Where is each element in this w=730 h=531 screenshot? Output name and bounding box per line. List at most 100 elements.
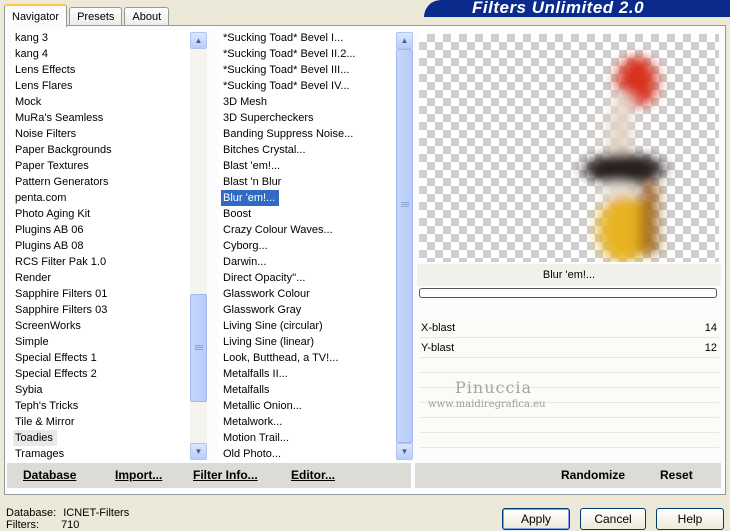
- list-item[interactable]: Glasswork Gray: [219, 302, 399, 318]
- cancel-button[interactable]: Cancel: [580, 508, 646, 530]
- list-item[interactable]: Metalfalls: [219, 382, 399, 398]
- list-item[interactable]: Blast 'em!...: [219, 158, 399, 174]
- scroll-down-icon[interactable]: ▼: [396, 443, 413, 460]
- list-item[interactable]: kang 3: [11, 30, 191, 46]
- list-item[interactable]: *Sucking Toad* Bevel III...: [219, 62, 399, 78]
- list-item[interactable]: Metalfalls II...: [219, 366, 399, 382]
- list-item[interactable]: Mock: [11, 94, 191, 110]
- list-item[interactable]: Sapphire Filters 03: [11, 302, 191, 318]
- scroll-up-icon[interactable]: ▲: [396, 32, 413, 49]
- list-item-label: Direct Opacity''...: [223, 272, 306, 284]
- filter-info-button[interactable]: Filter Info...: [193, 468, 258, 482]
- list-item[interactable]: Old Photo...: [219, 446, 399, 462]
- list-item-label: 3D Mesh: [223, 96, 268, 108]
- list-item[interactable]: Motion Trail...: [219, 430, 399, 446]
- param-row-x-blast[interactable]: X-blast 14: [419, 318, 719, 338]
- category-list[interactable]: kang 3 kang 4 Lens Effects Lens Flares Mock M…: [11, 30, 191, 462]
- list-item[interactable]: Special Effects 1: [11, 350, 191, 366]
- list-item[interactable]: Teph's Tricks: [11, 398, 191, 414]
- list-item-label: Crazy Colour Waves...: [223, 224, 333, 236]
- list-item[interactable]: Plugins AB 06: [11, 222, 191, 238]
- tab-navigator[interactable]: Navigator: [4, 4, 68, 27]
- list-item[interactable]: MuRa's Seamless: [11, 110, 191, 126]
- database-button[interactable]: Database: [23, 468, 76, 482]
- list-item[interactable]: Look, Butthead, a TV!...: [219, 350, 399, 366]
- list-item[interactable]: Darwin...: [219, 254, 399, 270]
- filter-scrollbar[interactable]: ▲ ▼: [396, 32, 413, 460]
- list-item[interactable]: Direct Opacity''...: [219, 270, 399, 286]
- list-item-label: Sapphire Filters 01: [15, 288, 108, 300]
- list-item[interactable]: RCS Filter Pak 1.0: [11, 254, 191, 270]
- list-item[interactable]: Boost: [219, 206, 399, 222]
- list-item[interactable]: Tile & Mirror: [11, 414, 191, 430]
- apply-button[interactable]: Apply: [502, 508, 570, 530]
- list-item[interactable]: Crazy Colour Waves...: [219, 222, 399, 238]
- scroll-thumb[interactable]: [396, 49, 413, 443]
- list-item[interactable]: 3D Mesh: [219, 94, 399, 110]
- status-label: Database:: [6, 507, 57, 519]
- scroll-thumb[interactable]: [190, 294, 207, 402]
- param-label: Y-blast: [421, 342, 455, 354]
- scroll-down-icon[interactable]: ▼: [190, 443, 207, 460]
- list-item[interactable]: Simple: [11, 334, 191, 350]
- list-item[interactable]: Living Sine (linear): [219, 334, 399, 350]
- list-item[interactable]: Lens Flares: [11, 78, 191, 94]
- selected-filter-name: Blur 'em!...: [417, 264, 721, 286]
- editor-button[interactable]: Editor...: [291, 468, 335, 482]
- status-label: Filters:: [6, 519, 39, 531]
- list-item[interactable]: *Sucking Toad* Bevel IV...: [219, 78, 399, 94]
- list-item-label: Render: [15, 272, 52, 284]
- list-item-label: penta.com: [15, 192, 67, 204]
- list-item[interactable]: Toadies: [11, 430, 191, 446]
- list-item-label: Paper Textures: [15, 160, 89, 172]
- param-value[interactable]: 12: [705, 338, 717, 358]
- param-value[interactable]: 14: [705, 318, 717, 338]
- list-item[interactable]: *Sucking Toad* Bevel II.2...: [219, 46, 399, 62]
- list-item[interactable]: Metallic Onion...: [219, 398, 399, 414]
- list-item[interactable]: Noise Filters: [11, 126, 191, 142]
- param-row-y-blast[interactable]: Y-blast 12: [419, 338, 719, 358]
- list-item[interactable]: penta.com: [11, 190, 191, 206]
- list-item-label: Look, Butthead, a TV!...: [223, 352, 339, 364]
- list-item[interactable]: ScreenWorks: [11, 318, 191, 334]
- list-item[interactable]: Pattern Generators: [11, 174, 191, 190]
- list-item[interactable]: Blur 'em!...: [219, 189, 399, 207]
- list-item[interactable]: Photo Aging Kit: [11, 206, 191, 222]
- scroll-up-icon[interactable]: ▲: [190, 32, 207, 49]
- list-item-label: Photo Aging Kit: [15, 208, 91, 220]
- list-item[interactable]: *Sucking Toad* Bevel I...: [219, 30, 399, 46]
- list-item[interactable]: 3D Supercheckers: [219, 110, 399, 126]
- tab-presets[interactable]: Presets: [69, 7, 123, 26]
- import-button[interactable]: Import...: [115, 468, 162, 482]
- randomize-button[interactable]: Randomize: [561, 468, 625, 482]
- help-button[interactable]: Help: [656, 508, 724, 530]
- list-item-label: Boost: [223, 208, 252, 220]
- filter-list[interactable]: *Sucking Toad* Bevel I... *Sucking Toad* …: [219, 30, 399, 462]
- list-item[interactable]: kang 4: [11, 46, 191, 62]
- list-item[interactable]: Blast 'n Blur: [219, 174, 399, 190]
- list-item[interactable]: Lens Effects: [11, 62, 191, 78]
- list-item[interactable]: Tramages: [11, 446, 191, 462]
- list-item-label: Living Sine (circular): [223, 320, 323, 332]
- list-item-label: MuRa's Seamless: [15, 112, 104, 124]
- list-item-label: Banding Suppress Noise...: [223, 128, 354, 140]
- list-item[interactable]: Sapphire Filters 01: [11, 286, 191, 302]
- list-item[interactable]: Living Sine (circular): [219, 318, 399, 334]
- category-scrollbar[interactable]: ▲ ▼: [190, 32, 207, 460]
- tab-strip: Navigator Presets About: [4, 3, 171, 27]
- list-item[interactable]: Banding Suppress Noise...: [219, 126, 399, 142]
- list-item[interactable]: Plugins AB 08: [11, 238, 191, 254]
- list-item[interactable]: Cyborg...: [219, 238, 399, 254]
- list-item[interactable]: Metalwork...: [219, 414, 399, 430]
- list-item[interactable]: Render: [11, 270, 191, 286]
- list-item[interactable]: Special Effects 2: [11, 366, 191, 382]
- left-button-bar: Database Import... Filter Info... Editor…: [7, 462, 411, 488]
- reset-button[interactable]: Reset: [660, 468, 693, 482]
- list-item-label: Sapphire Filters 03: [15, 304, 108, 316]
- list-item[interactable]: Glasswork Colour: [219, 286, 399, 302]
- list-item[interactable]: Sybia: [11, 382, 191, 398]
- list-item[interactable]: Paper Textures: [11, 158, 191, 174]
- tab-about[interactable]: About: [124, 7, 170, 26]
- list-item[interactable]: Bitches Crystal...: [219, 142, 399, 158]
- list-item[interactable]: Paper Backgrounds: [11, 142, 191, 158]
